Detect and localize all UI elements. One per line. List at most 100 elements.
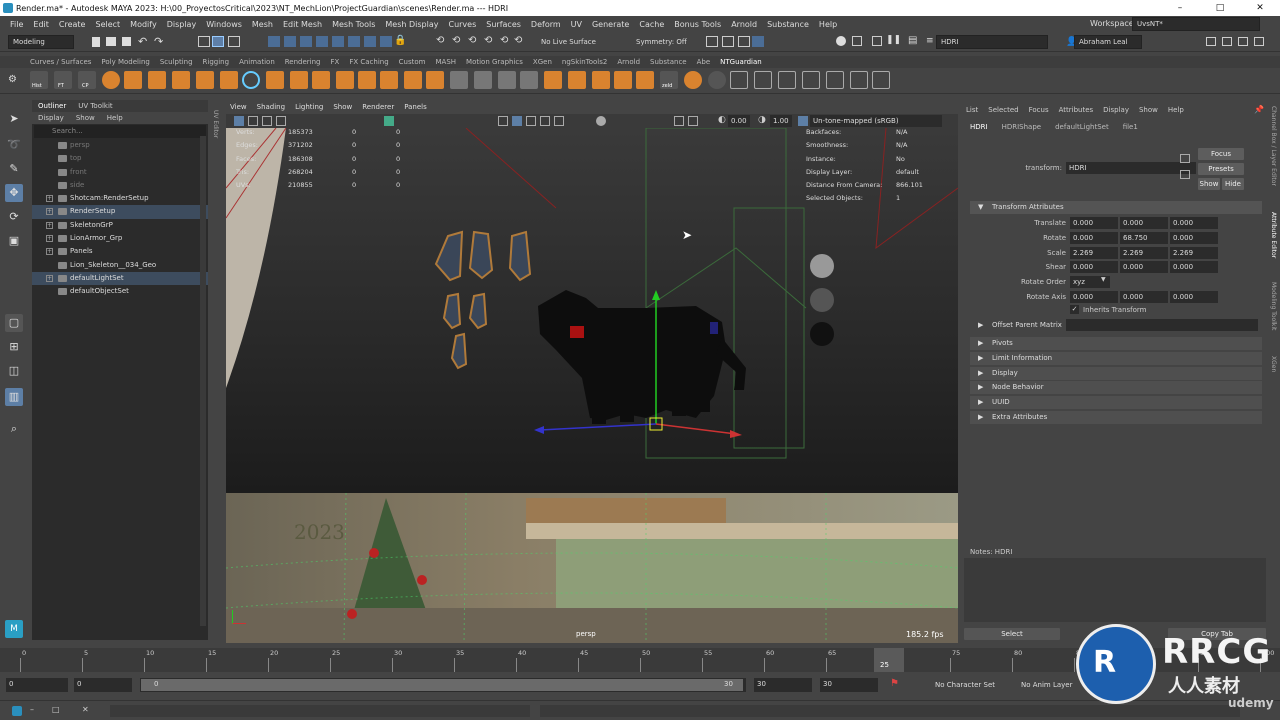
outliner-item[interactable]: top bbox=[32, 152, 208, 165]
shelf-tab-motion-graphics[interactable]: Motion Graphics bbox=[466, 58, 523, 66]
poly-plane-icon[interactable] bbox=[196, 71, 214, 89]
outliner-item[interactable]: + Panels bbox=[32, 245, 208, 258]
arnold-render-icon[interactable] bbox=[836, 36, 846, 46]
sidebar-toggle-icon[interactable]: ▤ bbox=[908, 35, 917, 46]
menu-modify[interactable]: Modify bbox=[130, 20, 157, 29]
current-frame-marker[interactable] bbox=[874, 648, 904, 672]
outliner-item[interactable]: front bbox=[32, 166, 208, 179]
ao-icon[interactable] bbox=[596, 116, 606, 126]
toggle-panel-4-icon[interactable] bbox=[1254, 37, 1264, 46]
render-frame-icon[interactable] bbox=[706, 36, 718, 47]
freeze-transform-icon[interactable]: FT bbox=[54, 71, 72, 89]
bookmark-icon[interactable] bbox=[262, 116, 272, 126]
outliner-item[interactable]: side bbox=[32, 179, 208, 192]
arnold-sphere-icon[interactable] bbox=[684, 71, 702, 89]
xray-icon[interactable] bbox=[688, 116, 698, 126]
snap-plane-icon[interactable] bbox=[316, 36, 328, 47]
mirror-icon[interactable] bbox=[544, 71, 562, 89]
vp-menu-renderer[interactable]: Renderer bbox=[362, 103, 394, 111]
poly-sphere-icon[interactable] bbox=[102, 71, 120, 89]
shelf-tab-ngskintools[interactable]: ngSkinTools2 bbox=[562, 58, 607, 66]
attr-menu-list[interactable]: List bbox=[966, 106, 978, 114]
outliner-item[interactable]: defaultObjectSet bbox=[32, 285, 208, 298]
rotate-y-field[interactable]: 68.750 bbox=[1120, 232, 1168, 244]
open-scene-icon[interactable] bbox=[106, 37, 116, 46]
shelf-tab-curves[interactable]: Curves / Surfaces bbox=[30, 58, 91, 66]
rotate-snap-icon[interactable]: ⟲ bbox=[500, 35, 508, 46]
shelf-tab-rigging[interactable]: Rigging bbox=[203, 58, 230, 66]
menu-arnold[interactable]: Arnold bbox=[731, 20, 757, 29]
poly-pyramid-icon[interactable] bbox=[312, 71, 330, 89]
attribute-editor-side-label[interactable]: Attribute Editor bbox=[1270, 212, 1277, 258]
modeling-toolkit-side-label[interactable]: Modeling Toolkit bbox=[1270, 282, 1277, 330]
outliner-item[interactable]: + SkeletonGrP bbox=[32, 219, 208, 232]
select-component-icon[interactable] bbox=[228, 36, 240, 47]
outliner-item[interactable]: + LionArmor_Grp bbox=[32, 232, 208, 245]
nurbs-circle-icon[interactable] bbox=[242, 71, 260, 89]
limit-information-section[interactable]: ▶ Limit Information bbox=[970, 352, 1262, 365]
exposure-field[interactable]: 0.00 bbox=[728, 115, 750, 127]
menu-cache[interactable]: Cache bbox=[639, 20, 664, 29]
poly-disc-icon[interactable] bbox=[290, 71, 308, 89]
tab-outliner[interactable]: Outliner bbox=[32, 102, 72, 110]
toggle-panel-2-icon[interactable] bbox=[1222, 37, 1232, 46]
uuid-section[interactable]: ▶ UUID bbox=[970, 396, 1262, 409]
outliner-item[interactable]: + RenderSetup bbox=[32, 205, 208, 219]
menu-help[interactable]: Help bbox=[819, 20, 837, 29]
maya-home-icon[interactable]: M bbox=[5, 620, 23, 638]
boolean-icon[interactable] bbox=[614, 71, 632, 89]
poly-cube-icon[interactable] bbox=[124, 71, 142, 89]
combine-icon[interactable] bbox=[404, 71, 422, 89]
isolate-icon[interactable] bbox=[674, 116, 684, 126]
shelf-tab-fx[interactable]: FX bbox=[331, 58, 340, 66]
playback-start-field[interactable]: 0 bbox=[74, 678, 132, 692]
object-name-field[interactable]: HDRI bbox=[936, 35, 1048, 49]
render-settings-icon[interactable] bbox=[752, 36, 764, 47]
fill-hole-icon[interactable] bbox=[636, 71, 654, 89]
focus-arrow-icon[interactable] bbox=[1180, 154, 1190, 163]
single-view-icon[interactable]: ▢ bbox=[5, 314, 23, 332]
attr-menu-focus[interactable]: Focus bbox=[1029, 106, 1049, 114]
character-set-dropdown[interactable]: No Character Set bbox=[935, 681, 995, 689]
tab-hdri[interactable]: HDRI bbox=[970, 123, 988, 131]
show-button[interactable]: Show bbox=[1198, 178, 1220, 190]
reduce-icon[interactable] bbox=[592, 71, 610, 89]
notes-textarea[interactable] bbox=[964, 558, 1266, 622]
rotate-axis-y-field[interactable]: 0.000 bbox=[1120, 291, 1168, 303]
image-plane-icon[interactable] bbox=[276, 116, 286, 126]
colorspace-toggle-icon[interactable] bbox=[798, 116, 808, 126]
poly-torus-icon[interactable] bbox=[220, 71, 238, 89]
menu-display[interactable]: Display bbox=[167, 20, 197, 29]
tab-file1[interactable]: file1 bbox=[1123, 123, 1138, 131]
playback-end-field[interactable]: 30 bbox=[754, 678, 812, 692]
scale-z-field[interactable]: 2.269 bbox=[1170, 247, 1218, 259]
expand-icon[interactable]: + bbox=[46, 208, 53, 216]
live-surface-field[interactable]: No Live Surface bbox=[541, 38, 596, 46]
shear-y-field[interactable]: 0.000 bbox=[1120, 261, 1168, 273]
translate-y-field[interactable]: 0.000 bbox=[1120, 217, 1168, 229]
pin-icon[interactable]: 📌 bbox=[1254, 105, 1264, 114]
outliner-layout-icon[interactable]: ▥ bbox=[5, 388, 23, 406]
vp-menu-show[interactable]: Show bbox=[333, 103, 352, 111]
rotate-axis-z-field[interactable]: 0.000 bbox=[1170, 291, 1218, 303]
uv-straighten-icon[interactable] bbox=[850, 71, 868, 89]
playback-icon[interactable] bbox=[852, 36, 862, 46]
ipr-icon[interactable] bbox=[738, 36, 750, 47]
menu-deform[interactable]: Deform bbox=[531, 20, 561, 29]
scale-x-field[interactable]: 2.269 bbox=[1070, 247, 1118, 259]
scale-y-field[interactable]: 2.269 bbox=[1120, 247, 1168, 259]
lasso-icon[interactable]: ⟲ bbox=[468, 35, 476, 46]
hide-button[interactable]: Hide bbox=[1222, 178, 1244, 190]
menu-windows[interactable]: Windows bbox=[206, 20, 242, 29]
render-seq-icon[interactable] bbox=[722, 36, 734, 47]
presets-arrow-icon[interactable] bbox=[1180, 170, 1190, 179]
relax-icon[interactable]: ⟲ bbox=[514, 35, 522, 46]
textured-icon[interactable] bbox=[526, 116, 536, 126]
menu-create[interactable]: Create bbox=[59, 20, 86, 29]
vp-menu-shading[interactable]: Shading bbox=[257, 103, 285, 111]
shelf-tab-sculpting[interactable]: Sculpting bbox=[160, 58, 193, 66]
shelf-gear-icon[interactable]: ⚙ bbox=[8, 74, 17, 85]
snap-curve-icon[interactable] bbox=[284, 36, 296, 47]
edge-loop-icon[interactable] bbox=[498, 71, 516, 89]
expand-icon[interactable]: + bbox=[46, 274, 53, 282]
